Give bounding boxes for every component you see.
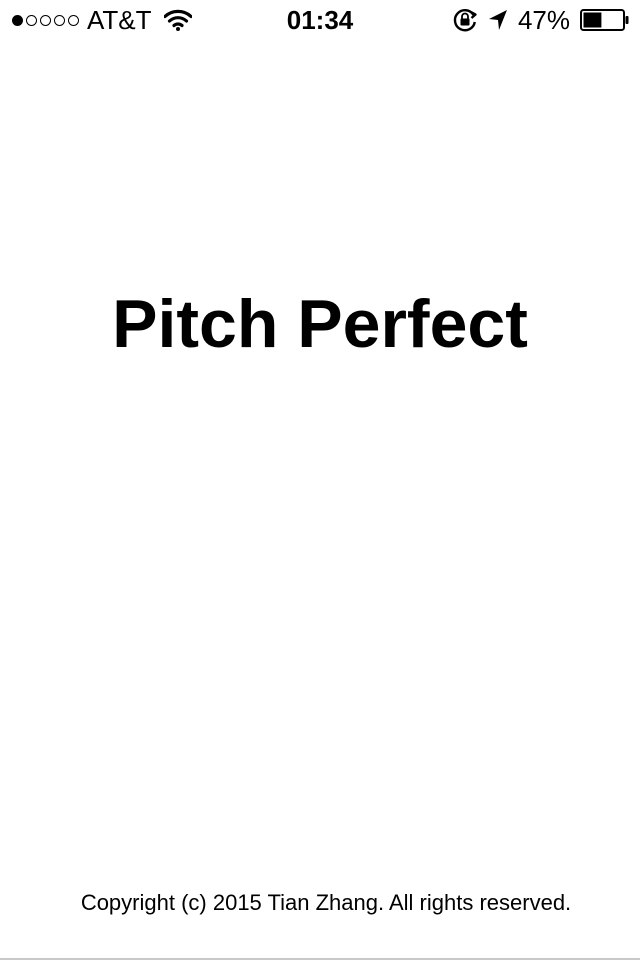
launch-screen: AT&T 01:34 47% Pitch Perfect Copyright (… (0, 0, 640, 960)
signal-dot (68, 14, 79, 26)
battery-percent: 47% (517, 5, 570, 35)
battery-icon (580, 9, 629, 31)
signal-strength-indicator (12, 14, 79, 26)
status-right: 47% (442, 0, 630, 40)
app-title: Pitch Perfect (112, 286, 528, 362)
signal-dot (40, 14, 51, 26)
copyright-notice: Copyright (c) 2015 Tian Zhang. All right… (80, 890, 572, 915)
status-left: AT&T (12, 0, 192, 40)
status-bar: AT&T 01:34 47% (0, 0, 640, 40)
signal-dot (54, 14, 65, 26)
rotation-lock-icon (453, 9, 477, 32)
location-arrow-icon (488, 10, 507, 30)
wifi-icon (163, 9, 192, 31)
signal-dot (26, 14, 37, 26)
carrier-name: AT&T (87, 5, 152, 35)
signal-dot (12, 14, 23, 26)
